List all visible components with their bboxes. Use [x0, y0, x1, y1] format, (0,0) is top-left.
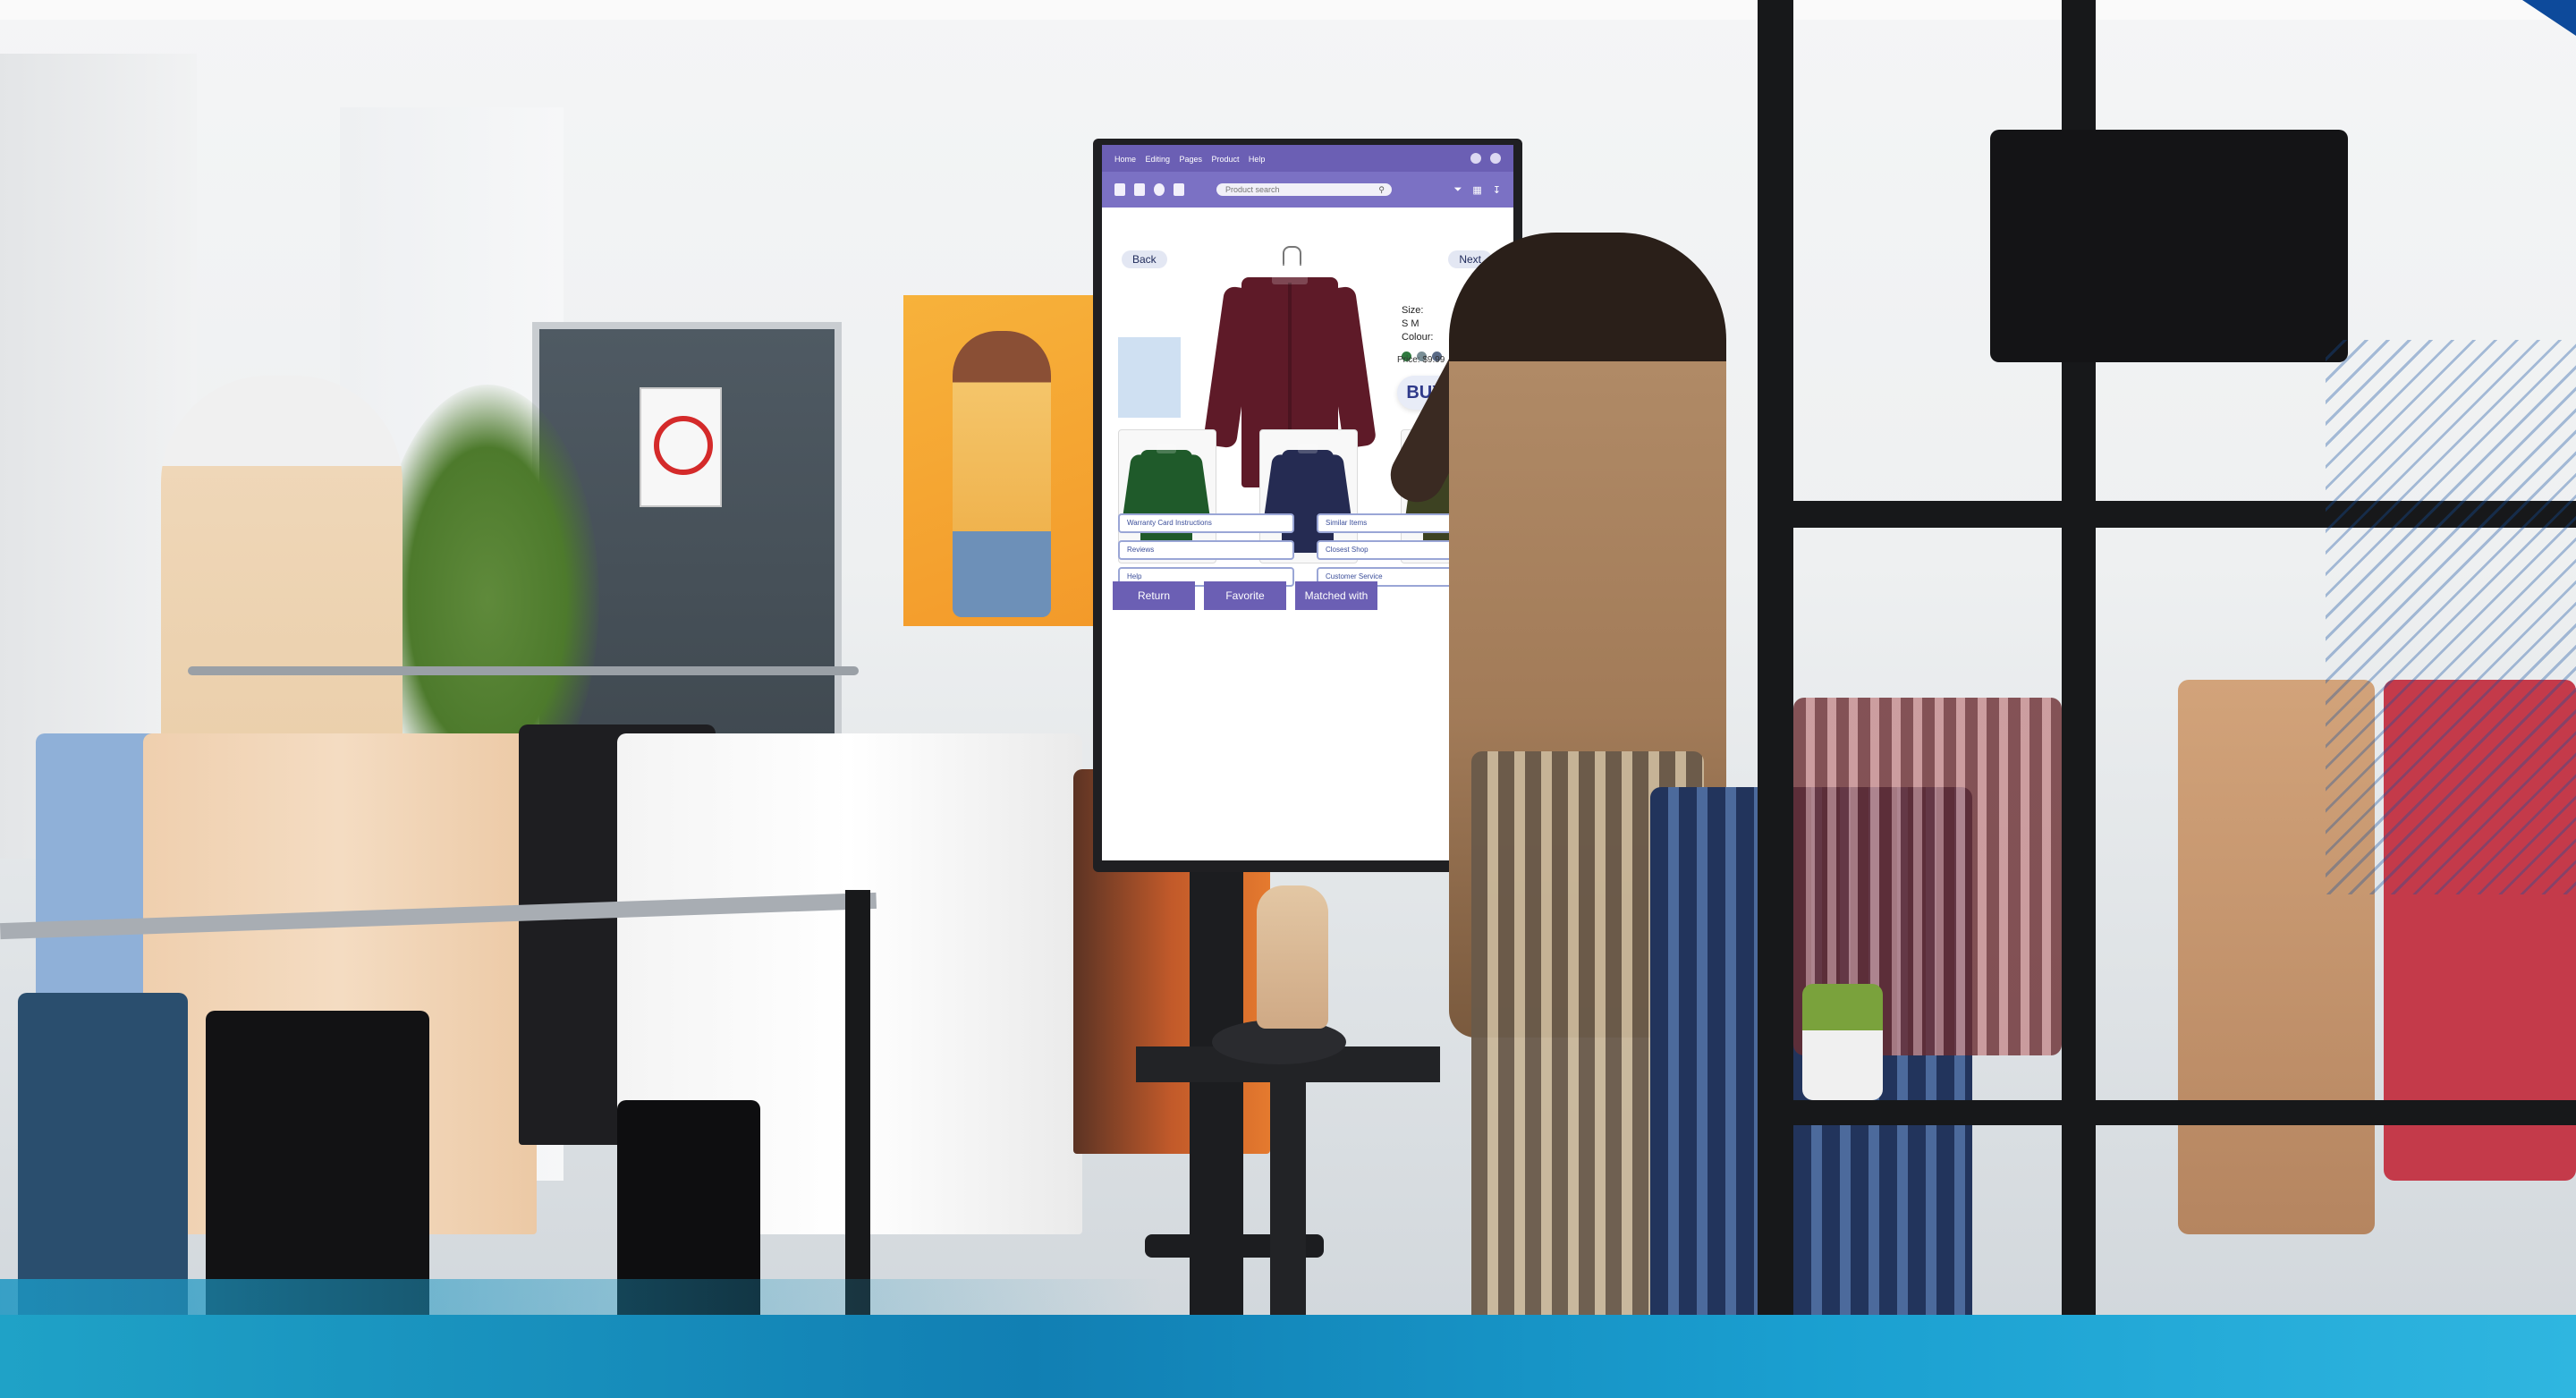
price-label: Price: $9.99	[1397, 355, 1445, 365]
decorative-stripes	[2326, 340, 2576, 894]
search-input[interactable]	[1224, 184, 1361, 195]
matched-with-button[interactable]: Matched with	[1295, 581, 1377, 610]
kiosk-top-icons	[1470, 153, 1501, 164]
size-options[interactable]: S M	[1402, 318, 1442, 331]
product-search[interactable]: ⚲	[1216, 183, 1392, 196]
favorite-button[interactable]: Favorite	[1204, 581, 1286, 610]
small-planter	[1802, 984, 1883, 1100]
pause-icon[interactable]	[1114, 183, 1125, 196]
microphone-icon[interactable]	[1470, 153, 1481, 164]
store-scene: Home Editing Pages Product Help ⚲ ⏷ ▦	[0, 0, 2576, 1398]
link-reviews[interactable]: Reviews	[1118, 540, 1294, 560]
high-heel-shoe	[1257, 885, 1328, 1029]
model-poster	[903, 295, 1096, 626]
kiosk-stand	[1190, 872, 1243, 1337]
toolbar-right: ⏷ ▦ ↧	[1454, 184, 1501, 196]
menu-help[interactable]: Help	[1249, 155, 1266, 164]
shelf-crossbar-bottom	[1758, 1100, 2576, 1125]
poster-model	[953, 331, 1051, 617]
back-button[interactable]: Back	[1122, 250, 1167, 268]
menu-editing[interactable]: Editing	[1145, 155, 1170, 164]
download-icon[interactable]: ↧	[1493, 184, 1501, 196]
kiosk-bottom-bar: Return Favorite Matched with	[1113, 581, 1377, 610]
size-label: Size:	[1402, 305, 1424, 316]
bottom-accent-band	[0, 1315, 2576, 1398]
side-thumbnail[interactable]	[1118, 337, 1181, 418]
shelf-post-left	[1758, 0, 1793, 1398]
search-icon[interactable]: ⚲	[1378, 185, 1385, 195]
user-icon[interactable]	[1490, 153, 1501, 164]
list-icon[interactable]	[1174, 183, 1184, 196]
menu-product[interactable]: Product	[1211, 155, 1239, 164]
prohibition-icon	[654, 416, 713, 475]
filter-icon[interactable]	[1134, 183, 1145, 196]
hanger-icon	[1282, 245, 1301, 267]
shirt-collar	[1298, 443, 1318, 453]
colour-label: Colour:	[1402, 332, 1434, 343]
return-button[interactable]: Return	[1113, 581, 1195, 610]
kiosk-menubar: Home Editing Pages Product Help	[1102, 145, 1513, 172]
black-bag	[1990, 130, 2348, 362]
menu-pages[interactable]: Pages	[1179, 155, 1202, 164]
funnel-icon[interactable]: ⏷	[1454, 184, 1462, 196]
grid-icon[interactable]: ▦	[1472, 184, 1481, 196]
menu-home[interactable]: Home	[1114, 155, 1136, 164]
kiosk-toolbar: ⚲ ⏷ ▦ ↧	[1102, 172, 1513, 208]
settings-icon[interactable]	[1154, 183, 1165, 196]
kiosk-menu: Home Editing Pages Product Help	[1114, 150, 1270, 166]
link-warranty[interactable]: Warranty Card Instructions	[1118, 513, 1294, 533]
clothes-rack-rail	[188, 666, 859, 675]
product-info: Size: S M Colour:	[1402, 304, 1442, 361]
shirt-collar	[1157, 443, 1176, 453]
no-running-sign	[640, 387, 722, 507]
